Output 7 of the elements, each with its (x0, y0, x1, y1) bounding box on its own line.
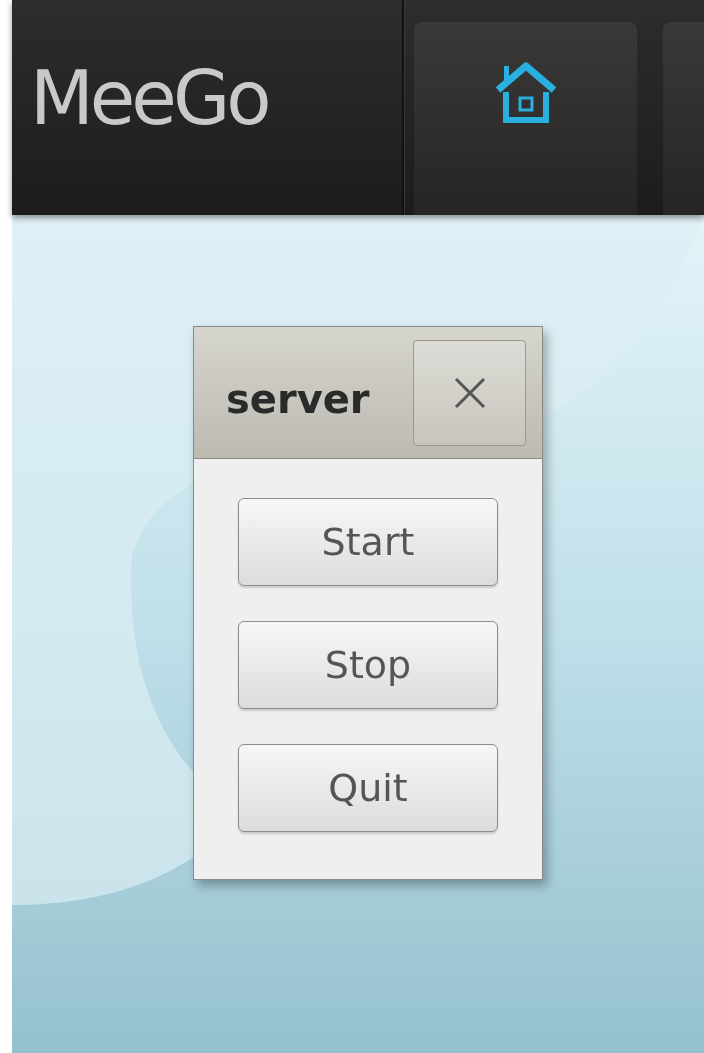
dialog-button[interactable]: Start (238, 498, 498, 586)
home-tab[interactable] (414, 22, 637, 215)
logo: MeeGo (29, 53, 269, 143)
dialog-title: server (226, 375, 370, 422)
dialog-button[interactable]: Quit (238, 744, 498, 832)
dialog-button[interactable]: Stop (238, 621, 498, 709)
close-button[interactable] (413, 339, 526, 446)
